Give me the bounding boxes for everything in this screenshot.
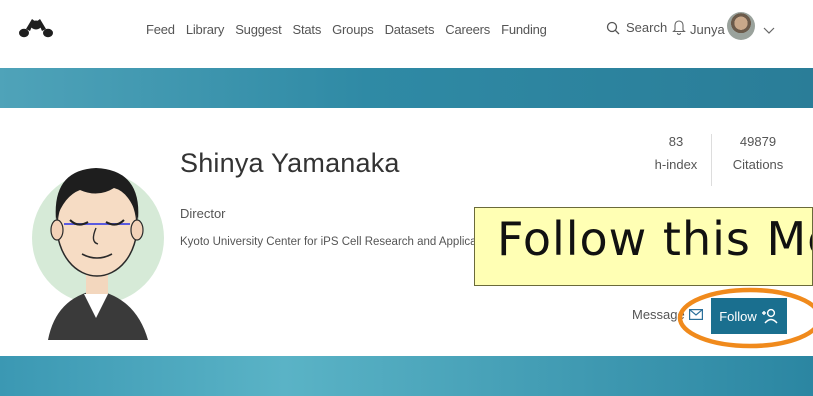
stat-label: Citations xyxy=(732,157,784,172)
stat-value: 49879 xyxy=(739,134,777,149)
bell-icon[interactable] xyxy=(672,18,686,41)
profile-role: Director xyxy=(180,206,226,221)
nav-link-groups[interactable]: Groups xyxy=(332,22,374,37)
search-button[interactable]: Search xyxy=(606,20,667,35)
search-icon xyxy=(606,21,620,34)
nav-link-feed[interactable]: Feed xyxy=(146,22,175,37)
nav-link-library[interactable]: Library xyxy=(186,22,225,37)
avatar[interactable] xyxy=(727,12,755,40)
nav-link-careers[interactable]: Careers xyxy=(445,22,490,37)
profile-organization: Kyoto University Center for iPS Cell Res… xyxy=(180,236,480,248)
stat-divider xyxy=(711,134,712,186)
nav-link-suggest[interactable]: Suggest xyxy=(235,22,282,37)
follow-tooltip-callout: Follow this Member xyxy=(474,207,813,286)
nav-link-datasets[interactable]: Datasets xyxy=(385,22,435,37)
stat-h-index: 83 h-index xyxy=(646,134,706,172)
profile-banner-bottom xyxy=(0,356,813,396)
profile-banner-top xyxy=(0,68,813,108)
mendeley-logo-icon[interactable] xyxy=(18,14,54,43)
top-nav: Feed Library Suggest Stats Groups Datase… xyxy=(0,0,813,68)
stat-label: h-index xyxy=(654,157,698,172)
chevron-down-icon[interactable] xyxy=(763,22,775,40)
search-label: Search xyxy=(626,20,668,35)
tooltip-text: Follow this Member xyxy=(497,212,812,266)
nav-links: Feed Library Suggest Stats Groups Datase… xyxy=(146,22,547,37)
nav-link-funding[interactable]: Funding xyxy=(501,22,547,37)
highlight-ring xyxy=(677,287,813,349)
stat-value: 83 xyxy=(668,134,684,149)
nav-link-stats[interactable]: Stats xyxy=(293,22,322,37)
stat-citations: 49879 Citations xyxy=(720,134,796,172)
profile-portrait-illustration xyxy=(32,168,164,340)
user-name[interactable]: Junya xyxy=(690,22,725,37)
profile-name: Shinya Yamanaka xyxy=(180,148,400,178)
